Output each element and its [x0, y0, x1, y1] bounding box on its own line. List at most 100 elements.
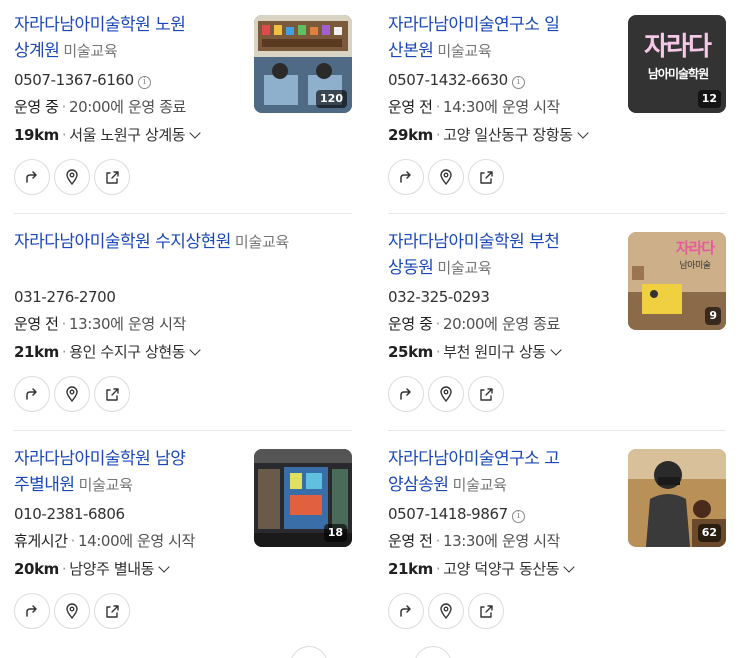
place-thumbnail[interactable]: 18	[254, 449, 352, 547]
place-name-line1[interactable]: 자라다남아미술연구소 고	[388, 449, 560, 469]
share-button[interactable]	[94, 593, 130, 629]
map-button[interactable]	[54, 376, 90, 412]
place-category: 미술교육	[234, 233, 289, 251]
place-name-line2[interactable]: 상동원	[388, 258, 434, 278]
distance: 20km	[14, 560, 59, 578]
business-status: 휴게시간	[14, 532, 68, 550]
directions-button[interactable]	[388, 159, 424, 195]
map-button[interactable]	[54, 593, 90, 629]
address-row[interactable]: 21km · 고양 덕양구 동산동	[388, 559, 575, 579]
info-icon[interactable]: i	[511, 510, 525, 523]
chevron-down-icon[interactable]	[550, 344, 562, 356]
share-button[interactable]	[468, 593, 504, 629]
chevron-down-icon[interactable]	[576, 127, 589, 139]
map-button[interactable]	[428, 159, 464, 195]
place-category: 미술교육	[452, 476, 507, 494]
business-hours: 14:30에 운영 시작	[442, 98, 560, 116]
map-button[interactable]	[428, 376, 464, 412]
share-button[interactable]	[468, 159, 504, 195]
prev-page-button[interactable]	[290, 646, 328, 658]
dot-separator: ·	[435, 532, 441, 550]
hours-row: 운영 전 · 13:30에 운영 시작	[14, 314, 186, 334]
business-hours: 13:30에 운영 시작	[442, 532, 560, 550]
place-category: 미술교육	[437, 259, 492, 277]
address-row[interactable]: 20km · 남양주 별내동	[14, 559, 170, 579]
place-category: 미술교육	[78, 476, 133, 494]
result-title[interactable]: 자라다남아미술학원 남양 주별내원 미술교육	[14, 446, 250, 498]
result-card: 자라다남아미술학원 남양 주별내원 미술교육 010-2381-6806 휴게시간…	[14, 446, 352, 646]
place-name-line1[interactable]: 자라다남아미술학원 노원	[14, 15, 186, 35]
info-icon[interactable]: i	[137, 76, 151, 89]
place-name-line2[interactable]: 산본원	[388, 41, 434, 61]
business-status: 운영 중	[388, 315, 433, 333]
map-pin-icon	[66, 169, 78, 185]
distance: 29km	[388, 126, 433, 144]
result-title[interactable]: 자라다남아미술연구소 일 산본원 미술교육	[388, 12, 624, 64]
photo-count-badge: 18	[323, 524, 347, 542]
photo-count-badge: 62	[697, 524, 721, 542]
address-row[interactable]: 21km · 용인 수지구 상현동	[14, 342, 201, 362]
share-icon	[480, 605, 493, 618]
place-thumbnail[interactable]: 자라다 남아미술 9	[628, 232, 726, 330]
map-pin-icon	[440, 386, 452, 402]
photo-count-badge: 120	[316, 90, 347, 108]
directions-button[interactable]	[14, 159, 50, 195]
place-thumbnail[interactable]: 자라다 남아미술학원 12	[628, 15, 726, 113]
place-thumbnail[interactable]: 120	[254, 15, 352, 113]
next-page-button[interactable]	[414, 646, 452, 658]
place-name-line2[interactable]: 양삼송원	[388, 475, 449, 495]
share-button[interactable]	[94, 376, 130, 412]
directions-arrow-icon	[26, 388, 37, 400]
business-status: 운영 중	[14, 98, 59, 116]
result-title[interactable]: 자라다남아미술연구소 고 양삼송원 미술교육	[388, 446, 624, 498]
dot-separator: ·	[61, 343, 67, 361]
chevron-down-icon[interactable]	[158, 561, 170, 573]
dot-separator: ·	[61, 126, 67, 144]
chevron-down-icon[interactable]	[189, 127, 201, 139]
hours-row: 운영 전 · 13:30에 운영 시작	[388, 531, 560, 551]
phone-row: 032-325-0293	[388, 287, 490, 307]
result-title[interactable]: 자라다남아미술학원 부천 상동원 미술교육	[388, 229, 624, 281]
dot-separator: ·	[435, 98, 441, 116]
directions-button[interactable]	[14, 593, 50, 629]
place-name-line2[interactable]: 주별내원	[14, 475, 75, 495]
map-pin-icon	[66, 603, 78, 619]
hours-row: 운영 전 · 14:30에 운영 시작	[388, 97, 560, 117]
place-name-line1[interactable]: 자라다남아미술학원 남양	[14, 449, 186, 469]
directions-button[interactable]	[14, 376, 50, 412]
address: 서울 노원구 상계동	[69, 126, 186, 144]
share-button[interactable]	[94, 159, 130, 195]
dot-separator: ·	[61, 98, 67, 116]
directions-arrow-icon	[400, 605, 411, 617]
place-thumbnail[interactable]: 62	[628, 449, 726, 547]
business-hours: 20:00에 운영 종료	[68, 98, 186, 116]
photo-count-badge: 12	[697, 90, 721, 108]
info-icon[interactable]: i	[511, 76, 525, 89]
photo-count-badge: 9	[705, 307, 721, 325]
result-title[interactable]: 자라다남아미술학원 노원 상계원 미술교육	[14, 12, 250, 64]
map-button[interactable]	[54, 159, 90, 195]
photo-logo-subtext: 남아미술학원	[647, 67, 709, 81]
directions-button[interactable]	[388, 593, 424, 629]
place-category: 미술교육	[63, 42, 118, 60]
directions-button[interactable]	[388, 376, 424, 412]
map-button[interactable]	[428, 593, 464, 629]
dot-separator: ·	[61, 315, 67, 333]
place-name-line1[interactable]: 자라다남아미술학원 수지상현원	[14, 232, 231, 252]
place-name-line2[interactable]: 상계원	[14, 41, 60, 61]
chevron-down-icon[interactable]	[563, 561, 575, 573]
phone-number: 031-276-2700	[14, 288, 116, 306]
result-title[interactable]: 자라다남아미술학원 수지상현원 미술교육	[14, 229, 350, 255]
address: 용인 수지구 상현동	[69, 343, 186, 361]
address-row[interactable]: 29km · 고양 일산동구 장항동	[388, 125, 589, 145]
chevron-down-icon[interactable]	[189, 344, 201, 356]
phone-number: 032-325-0293	[388, 288, 490, 306]
place-name-line1[interactable]: 자라다남아미술학원 부천	[388, 232, 560, 252]
place-name-line1[interactable]: 자라다남아미술연구소 일	[388, 15, 560, 35]
hours-row: 운영 중 · 20:00에 운영 종료	[14, 97, 186, 117]
phone-row: 0507-1432-6630 i	[388, 70, 525, 90]
address-row[interactable]: 19km · 서울 노원구 상계동	[14, 125, 201, 145]
share-button[interactable]	[468, 376, 504, 412]
distance: 25km	[388, 343, 433, 361]
address-row[interactable]: 25km · 부천 원미구 상동	[388, 342, 562, 362]
